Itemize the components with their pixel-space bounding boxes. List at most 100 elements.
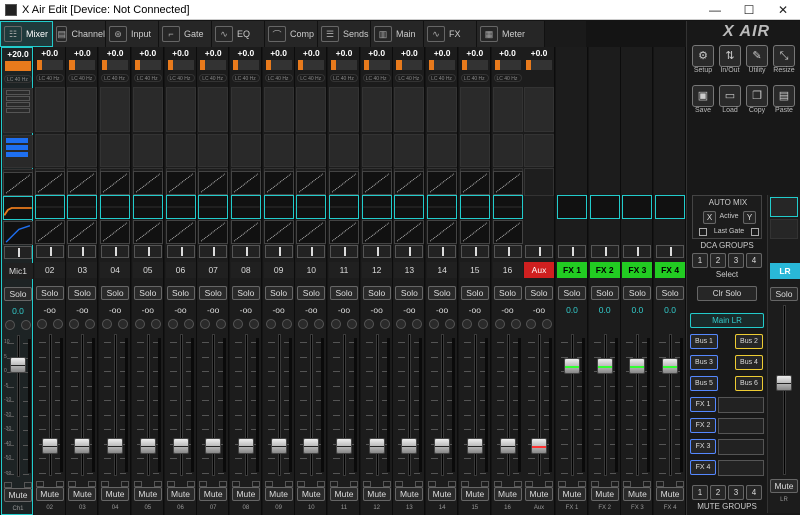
gain-bar[interactable] [167,60,194,70]
channel-fader[interactable] [656,334,684,476]
channel-config-box[interactable] [361,87,392,132]
bus-button-6[interactable]: Bus 6 [735,376,763,391]
gain-value[interactable]: +0.0 [101,48,129,58]
comp-graph[interactable] [230,220,261,244]
gate-graph[interactable] [34,171,65,195]
gate-graph[interactable] [100,171,131,195]
sends-box[interactable] [165,134,196,167]
fader-cap[interactable] [466,438,483,454]
mute-button[interactable]: Mute [428,487,457,501]
solo-button[interactable]: Solo [656,286,685,300]
knob[interactable] [542,319,552,329]
gain-bar[interactable] [265,60,292,70]
fader-value[interactable]: -oo [265,305,293,315]
pan-slider[interactable] [4,246,32,259]
lowcut-button[interactable]: LC 40 Hz [101,74,130,82]
knob[interactable] [281,319,292,329]
channel-fader[interactable] [558,334,586,476]
pan-slider[interactable] [330,245,358,258]
gate-graph[interactable] [132,171,163,195]
solo-button[interactable]: Solo [101,286,130,300]
tab-channel[interactable]: ▤ Channel [53,21,106,47]
channel-config-box[interactable] [329,87,359,132]
fader-value[interactable]: -oo [167,305,195,315]
mute-group-button-4[interactable]: 4 [746,485,762,500]
gain-bar[interactable] [36,60,63,70]
automix-y-button[interactable]: Y [743,211,756,224]
channel-name[interactable]: FX 1 [557,262,587,278]
knob[interactable] [216,319,227,329]
knob[interactable] [102,319,113,329]
pan-slider[interactable] [590,245,619,258]
channel-name[interactable]: 11 [329,262,359,278]
paste-button[interactable]: ▤ Paste [772,85,796,119]
fx-return-box[interactable] [622,195,653,219]
gain-bar[interactable] [102,60,129,70]
eq-graph[interactable] [165,195,196,219]
knob[interactable] [510,319,521,329]
fx-return-box[interactable] [589,195,620,219]
fader-cap[interactable] [662,358,679,374]
utility-button[interactable]: ✎ Utility [745,45,769,79]
comp-graph[interactable] [263,220,294,244]
channel-fader[interactable] [134,334,162,476]
gain-bar[interactable] [461,60,488,70]
last-gate-checkbox[interactable] [699,228,707,236]
channel-name[interactable]: 02 [34,262,65,278]
sends-box[interactable] [296,134,327,167]
fader-value[interactable]: -oo [428,305,456,315]
pan-slider[interactable] [493,245,522,258]
solo-button[interactable]: Solo [428,286,457,300]
routing-knobs[interactable] [265,319,292,329]
channel-config-box[interactable] [524,87,554,132]
fader-value[interactable]: -oo [199,305,227,315]
knob[interactable] [150,319,161,329]
mute-button[interactable]: Mute [68,487,97,501]
channel-fader[interactable] [36,334,64,476]
channel-config-box[interactable] [459,87,490,132]
channel-fader[interactable] [199,334,227,476]
bus-button-3[interactable]: Bus 3 [690,355,718,370]
lowcut-button[interactable]: LC 40 Hz [264,74,293,82]
sends-box[interactable] [492,134,523,167]
solo-button[interactable]: Solo [133,286,162,300]
lr-name[interactable]: LR [770,263,800,279]
routing-knobs[interactable] [363,319,390,329]
comp-graph[interactable] [67,220,98,244]
channel-name[interactable]: 10 [296,262,327,278]
gain-value[interactable]: +0.0 [363,48,391,58]
solo-button[interactable]: Solo [4,287,32,301]
bus-button-4[interactable]: Bus 4 [735,355,763,370]
gain-bar[interactable] [396,60,423,70]
knob[interactable] [134,319,145,329]
knob[interactable] [526,319,536,329]
channel-fader[interactable] [395,334,423,476]
gain-value[interactable]: +0.0 [297,48,325,58]
fader-cap[interactable] [401,438,418,454]
dca-button-1[interactable]: 1 [692,253,708,268]
lowcut-button[interactable]: LC 40 Hz [428,74,457,82]
routing-knobs[interactable] [396,319,423,329]
knob[interactable] [445,319,456,329]
mute-button[interactable]: Mute [558,487,586,501]
channel-fader[interactable] [330,334,358,476]
sends-box[interactable] [524,134,554,167]
fader-cap[interactable] [107,438,124,454]
gain-value[interactable]: +0.0 [232,48,260,58]
gain-value[interactable]: +0.0 [330,48,358,58]
mute-button[interactable]: Mute [101,487,130,501]
channel-fader[interactable] [297,334,325,476]
sends-box[interactable] [394,134,425,167]
eq-graph[interactable] [361,195,392,219]
solo-button[interactable]: Solo [166,286,195,300]
gain-bar[interactable] [298,60,325,70]
solo-button[interactable]: Solo [330,286,358,300]
mute-button[interactable]: Mute [330,487,358,501]
lowcut-button[interactable]: LC 40 Hz [297,74,326,82]
fader-cap[interactable] [596,358,613,374]
channel-fader[interactable] [494,334,522,476]
fader-cap[interactable] [139,438,156,454]
gain-value[interactable]: +0.0 [36,48,64,58]
knob[interactable] [379,319,390,329]
mute-button[interactable]: Mute [35,487,64,501]
